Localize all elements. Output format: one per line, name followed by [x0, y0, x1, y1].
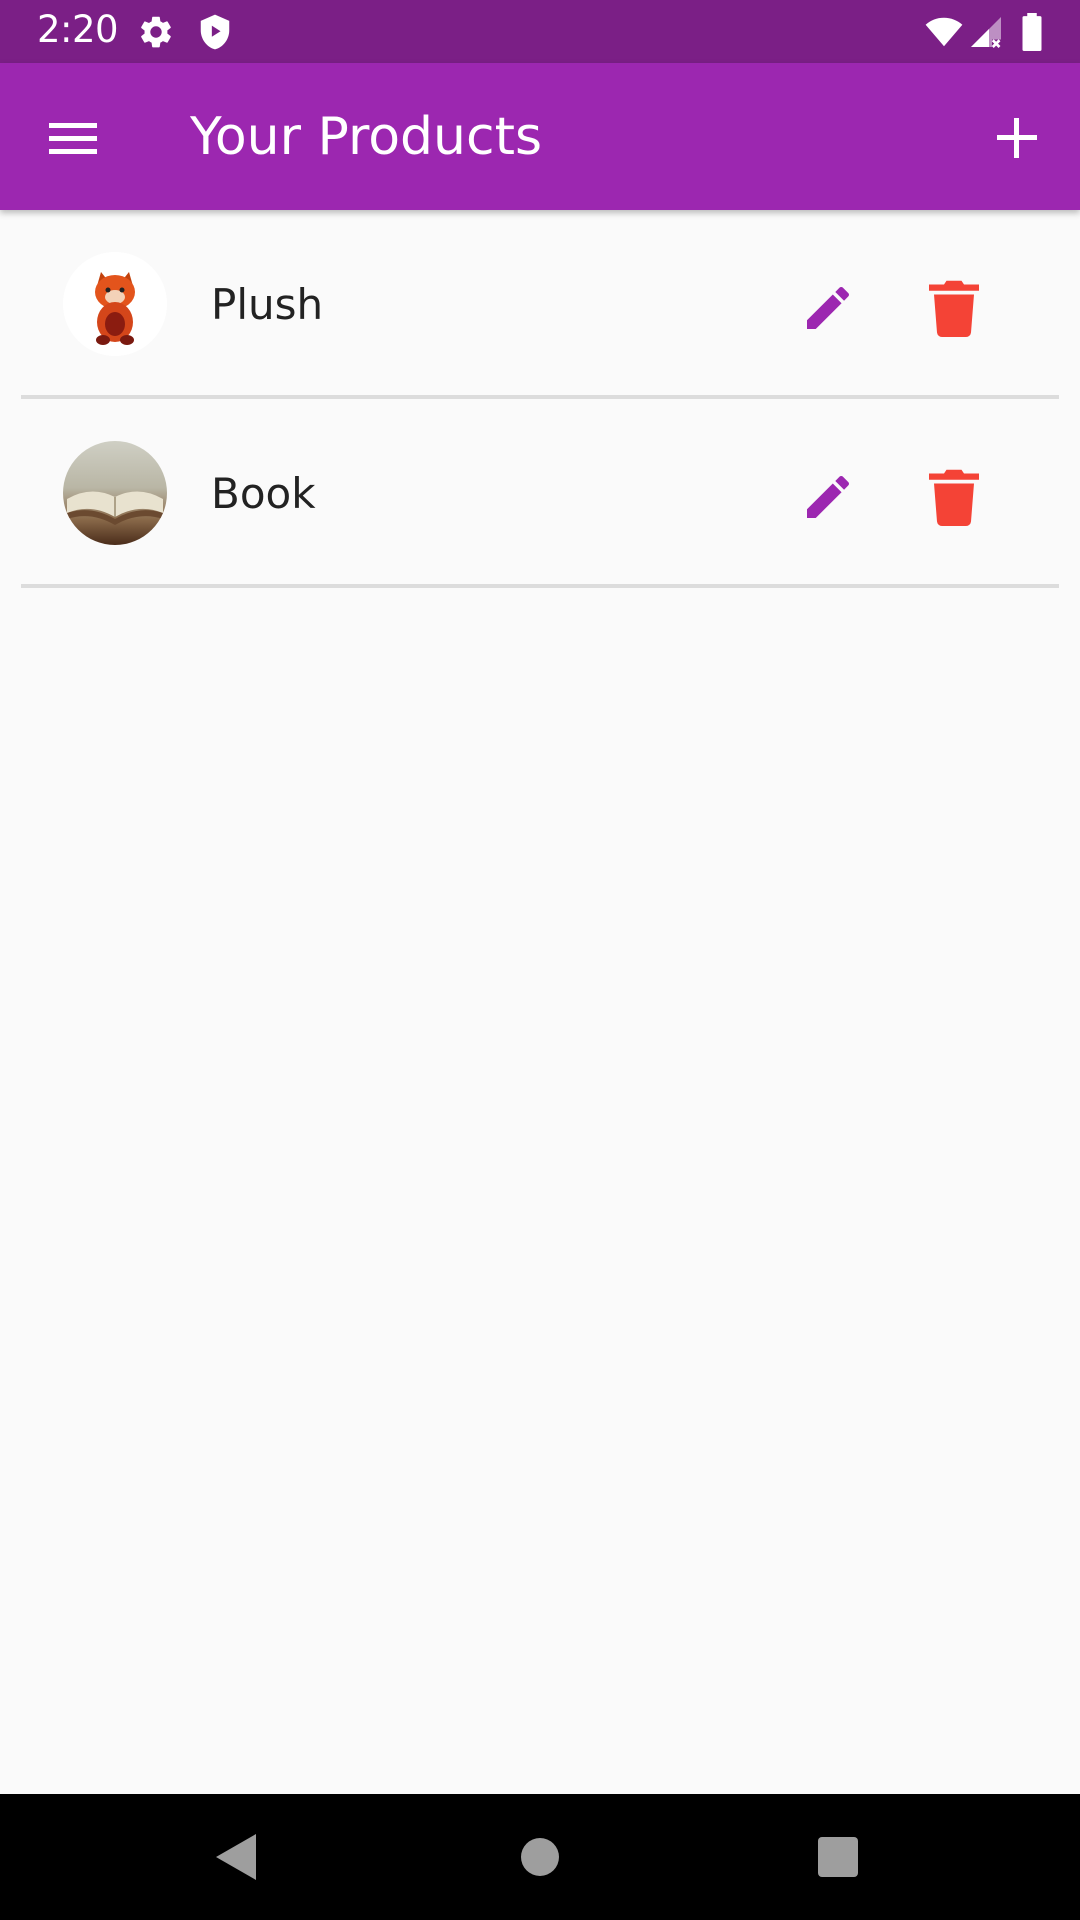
status-time: 2:20	[37, 8, 119, 51]
delete-product-button[interactable]	[929, 277, 979, 338]
edit-product-button[interactable]	[800, 280, 856, 336]
product-name: Plush	[211, 280, 324, 329]
back-triangle-icon[interactable]	[214, 1832, 258, 1882]
add-product-button[interactable]	[982, 103, 1052, 173]
wifi-icon	[925, 17, 963, 47]
hamburger-menu-icon	[49, 123, 97, 154]
pencil-icon	[807, 286, 850, 329]
list-item: Book	[0, 399, 1080, 588]
status-bar: 2:20	[0, 0, 1080, 63]
home-circle-icon[interactable]	[521, 1838, 559, 1876]
app-bar: Your Products	[0, 63, 1080, 210]
list-divider	[21, 584, 1059, 588]
delete-product-button[interactable]	[929, 466, 979, 527]
product-list: Plush Book	[0, 210, 1080, 588]
edit-product-button[interactable]	[800, 469, 856, 525]
system-nav-bar	[0, 1794, 1080, 1920]
pencil-icon	[807, 475, 850, 518]
product-avatar-book	[63, 441, 167, 545]
trash-icon	[929, 469, 979, 527]
list-item: Plush	[0, 210, 1080, 399]
recents-square-icon[interactable]	[818, 1837, 858, 1877]
open-book-image	[63, 441, 167, 545]
page-title: Your Products	[190, 107, 543, 167]
menu-button[interactable]	[38, 103, 108, 173]
red-panda-plush-image	[63, 252, 167, 356]
shield-play-icon	[200, 14, 230, 50]
plus-icon	[997, 118, 1037, 158]
product-avatar-plush	[63, 252, 167, 356]
gear-icon	[141, 16, 171, 48]
product-name: Book	[211, 469, 316, 518]
cellular-no-signal-icon	[971, 17, 1001, 48]
battery-icon	[1022, 13, 1042, 51]
trash-icon	[929, 280, 979, 338]
